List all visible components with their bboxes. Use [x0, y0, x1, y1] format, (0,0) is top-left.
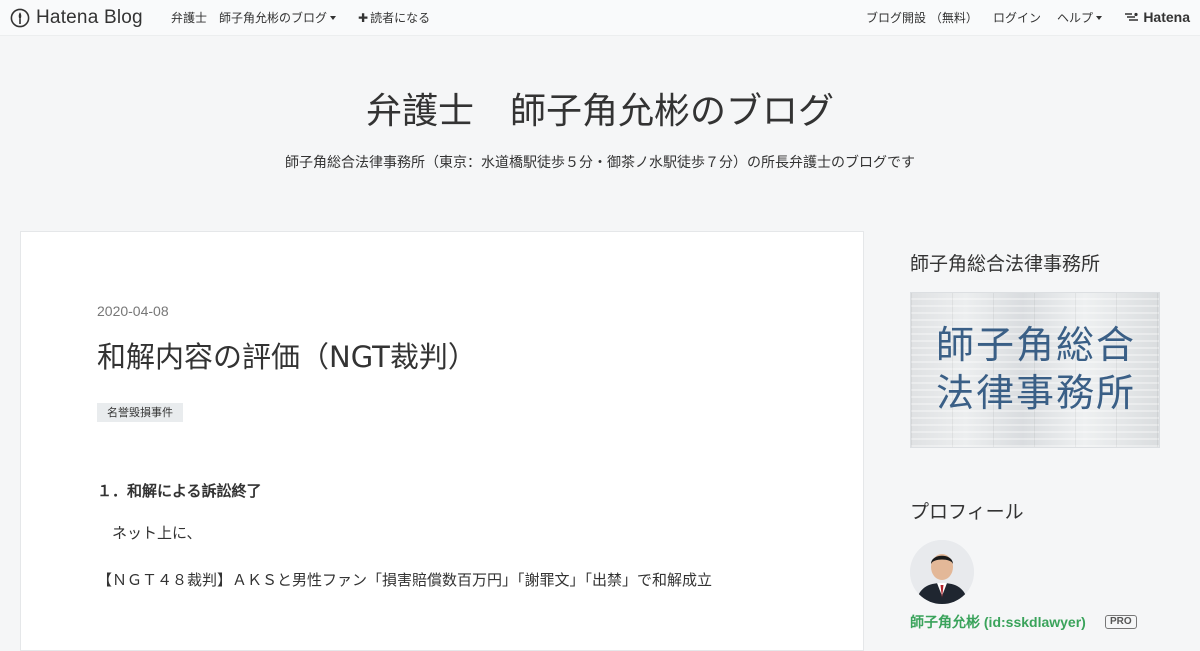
help-label: ヘルプ	[1057, 11, 1094, 25]
hatena-blog-logo-icon	[10, 8, 30, 28]
avatar[interactable]	[910, 540, 974, 604]
hatena-text: Hatena	[1143, 9, 1190, 25]
blog-menu-dropdown[interactable]: 師子角允彬のブログ	[219, 10, 337, 26]
entry-section-heading: １．和解による訴訟終了	[97, 482, 262, 500]
sidebar-office-heading: 師子角総合法律事務所	[910, 253, 1101, 275]
plus-icon: ✚	[358, 11, 369, 25]
subscribe-label: 読者になる	[370, 11, 431, 25]
office-banner-image[interactable]: 師子角総合 法律事務所	[910, 292, 1160, 448]
entry-quoted-title: 【ＮＧＴ４８裁判】ＡＫＳと男性ファン「損害賠償数百万円」「謝罪文」「出禁」で和解…	[97, 571, 713, 589]
category-tag[interactable]: 名誉毀損事件	[97, 403, 183, 422]
pro-badge: PRO	[1105, 615, 1137, 629]
profile-photo-icon	[910, 540, 974, 604]
chevron-down-icon	[330, 16, 337, 20]
logo-text: Hatena Blog	[36, 7, 143, 28]
sidebar-profile-heading: プロフィール	[910, 501, 1024, 523]
entry-article: 2020-04-08 和解内容の評価（NGT裁判） 名誉毀損事件 １．和解による…	[20, 231, 864, 651]
help-dropdown[interactable]: ヘルプ	[1057, 10, 1103, 26]
hatena-bird-icon	[1125, 12, 1139, 21]
blog-title[interactable]: 弁護士 師子角允彬のブログ	[0, 86, 1200, 138]
global-header: Hatena Blog 弁護士 師子角允彬のブログ ✚ 読者になる ブログ開設 （…	[0, 0, 1200, 36]
entry-title[interactable]: 和解内容の評価（NGT裁判）	[97, 336, 477, 378]
entry-paragraph: ネット上に、	[97, 524, 202, 542]
banner-line: 法律事務所	[935, 371, 1136, 415]
subscribe-button[interactable]: ✚ 読者になる	[358, 10, 430, 26]
hatena-link[interactable]: Hatena	[1125, 9, 1190, 25]
hatena-blog-logo[interactable]: Hatena Blog	[10, 7, 143, 29]
profile-name-link[interactable]: 師子角允彬 (id:sskdlawyer)	[910, 612, 1086, 632]
banner-text: 師子角総合 法律事務所	[911, 321, 1159, 417]
open-blog-link[interactable]: ブログ開設 （無料）	[866, 10, 978, 26]
blog-description: 師子角総合法律事務所（東京：水道橋駅徒歩５分・御茶ノ水駅徒歩７分）の所長弁護士の…	[285, 155, 915, 171]
banner-line: 師子角総合	[935, 323, 1136, 367]
blog-menu-label: 師子角允彬のブログ	[219, 11, 328, 25]
chevron-down-icon	[1096, 16, 1103, 20]
nav-link-lawyer[interactable]: 弁護士	[171, 10, 207, 26]
login-link[interactable]: ログイン	[993, 10, 1041, 26]
entry-date[interactable]: 2020-04-08	[97, 303, 169, 319]
